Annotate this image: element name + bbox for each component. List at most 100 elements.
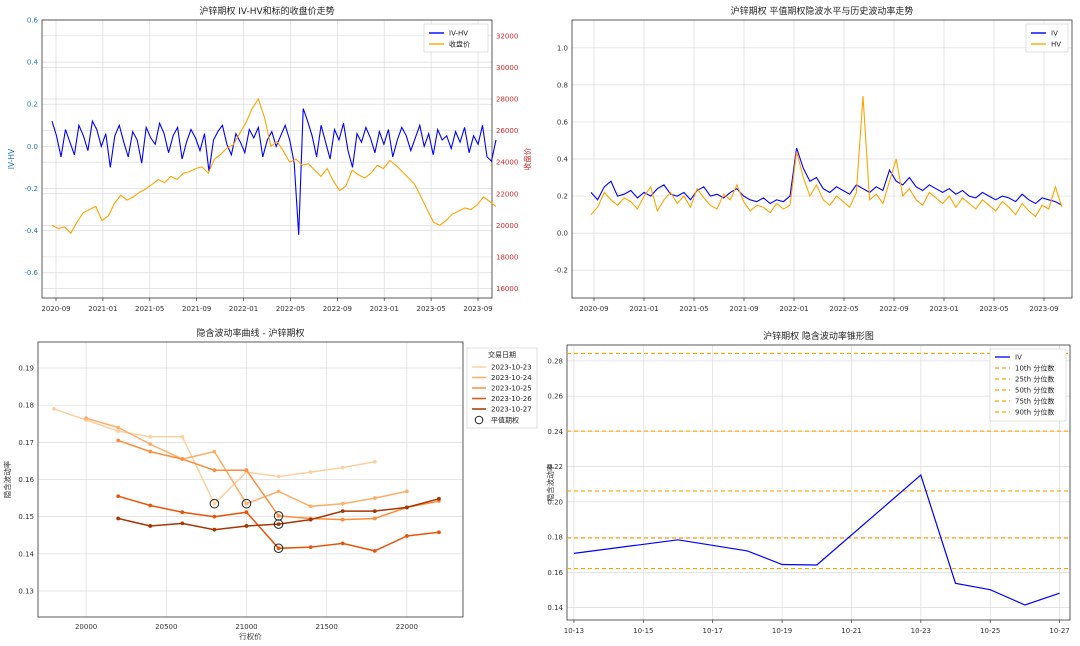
iv-hv-trend-chart: 沪锌期权 平值期权隐波水平与历史波动率走势 2020-09 2021-01 2021-… bbox=[554, 5, 1073, 313]
y-tick-label-right: 26000 bbox=[496, 127, 518, 135]
x-tick-label: 10-25 bbox=[980, 627, 1000, 635]
x-tick-label: 22000 bbox=[396, 623, 418, 631]
x-tick-label: 10-17 bbox=[703, 627, 723, 635]
smile-point bbox=[340, 541, 345, 546]
y-tick-label: 0.14 bbox=[18, 550, 34, 558]
x-tick-label: 2023-05 bbox=[416, 305, 445, 313]
y-tick-label-right: 16000 bbox=[496, 285, 518, 293]
x-tick-label: 2022-01 bbox=[229, 305, 258, 313]
smile-point bbox=[437, 496, 441, 501]
series-line bbox=[590, 95, 1063, 218]
legend-label: 25th 分位数 bbox=[1015, 375, 1054, 384]
smile-point bbox=[116, 425, 121, 430]
x-tick-label: 10-19 bbox=[772, 627, 792, 635]
smile-point bbox=[244, 524, 249, 528]
legend-label: IV-HV bbox=[449, 30, 468, 38]
smile-point bbox=[372, 496, 377, 500]
x-tick-label: 2022-05 bbox=[276, 305, 305, 313]
legend-label: 90th 分位数 bbox=[1015, 408, 1054, 417]
smile-point bbox=[372, 548, 377, 553]
x-axis-label: 行权价 bbox=[239, 631, 262, 641]
legend-label: IV bbox=[1051, 30, 1058, 38]
x-tick-label: 2021-05 bbox=[135, 305, 164, 313]
y-axis-label: 隐含波动率 bbox=[2, 460, 12, 498]
legend-label: 2023-10-26 bbox=[491, 395, 532, 403]
smile-point bbox=[116, 516, 121, 521]
smile-point bbox=[116, 494, 121, 499]
x-tick-label: 21000 bbox=[235, 623, 257, 631]
legend-label: 平值期权 bbox=[491, 416, 519, 425]
iv-hv-close-chart: 沪锌期权 IV-HV和标的收盘价走势 2020-09 2021-01 2021-05 2… bbox=[7, 5, 532, 313]
x-tick-label: 2021-05 bbox=[679, 305, 708, 313]
y-tick-label: 1.0 bbox=[557, 44, 568, 52]
legend-label: 2023-10-25 bbox=[491, 385, 532, 393]
y-tick-label-left: 0.0 bbox=[27, 143, 38, 151]
smile-point bbox=[180, 521, 185, 526]
x-tick-label: 2023-01 bbox=[370, 305, 399, 313]
x-tick-label: 2023-09 bbox=[463, 305, 492, 313]
smile-point bbox=[372, 459, 377, 464]
legend-label: 2023-10-23 bbox=[491, 364, 532, 372]
y-tick-label-right: 18000 bbox=[496, 253, 518, 261]
smile-point bbox=[276, 522, 281, 526]
smile-point bbox=[340, 517, 345, 522]
smile-point bbox=[308, 545, 313, 550]
legend-label: 10th 分位数 bbox=[1015, 364, 1054, 373]
iv-line bbox=[573, 474, 1060, 606]
y-tick-label: 0.18 bbox=[547, 534, 563, 542]
y-axis-label-right: 收盘价 bbox=[522, 147, 532, 170]
smile-point bbox=[180, 457, 185, 461]
legend-label: 75th 分位数 bbox=[1015, 397, 1054, 406]
y-tick-label-right: 22000 bbox=[496, 190, 518, 198]
legend-label: 2023-10-27 bbox=[491, 406, 532, 414]
y-tick-label: -0.2 bbox=[554, 267, 568, 275]
smile-point bbox=[308, 504, 313, 509]
y-tick-label-right: 30000 bbox=[496, 64, 518, 72]
smile-point bbox=[244, 468, 249, 473]
x-tick-label: 10-27 bbox=[1049, 627, 1069, 635]
y-tick-label: 0.17 bbox=[18, 439, 34, 447]
y-tick-label-left: -0.2 bbox=[24, 185, 38, 193]
y-tick-label-left: -0.4 bbox=[24, 227, 38, 235]
iv-smile-chart: 隐含波动率曲线 - 沪锌期权 20000 20500 21000 21500 22000 行… bbox=[2, 327, 538, 641]
y-tick-label: 0.19 bbox=[18, 365, 34, 373]
chart-title: 沪锌期权 平值期权隐波水平与历史波动率走势 bbox=[731, 5, 914, 17]
y-tick-label: 0.24 bbox=[547, 428, 563, 436]
smile-point bbox=[276, 474, 281, 479]
series-line-right bbox=[51, 97, 497, 235]
y-tick-label: 0.16 bbox=[547, 569, 563, 577]
smile-point bbox=[116, 429, 121, 434]
y-tick-label: 0.28 bbox=[547, 357, 563, 365]
y-tick-label: 0.26 bbox=[547, 393, 563, 401]
smile-point bbox=[148, 442, 153, 447]
legend-label: IV bbox=[1015, 354, 1022, 362]
y-tick-label: 0.4 bbox=[557, 156, 569, 164]
y-tick-label: 0.16 bbox=[18, 476, 34, 484]
series-line bbox=[590, 147, 1063, 206]
x-tick-label: 2021-09 bbox=[182, 305, 211, 313]
y-tick-label-right: 32000 bbox=[496, 32, 518, 40]
y-tick-label-left: 0.6 bbox=[27, 17, 39, 25]
legend-label: 2023-10-24 bbox=[491, 374, 532, 382]
legend-label: HV bbox=[1051, 41, 1061, 49]
y-tick-label-left: -0.6 bbox=[24, 269, 38, 277]
smile-point bbox=[340, 465, 345, 470]
smile-point bbox=[212, 468, 217, 473]
smile-point bbox=[212, 514, 217, 519]
x-tick-label: 2020-09 bbox=[579, 305, 608, 313]
smile-point bbox=[148, 524, 153, 528]
x-tick-label: 20500 bbox=[155, 623, 177, 631]
smile-point bbox=[212, 501, 217, 506]
smile-point bbox=[340, 509, 345, 513]
x-tick-label: 10-23 bbox=[911, 627, 931, 635]
smile-point bbox=[244, 501, 249, 506]
x-tick-label: 2022-09 bbox=[323, 305, 352, 313]
x-tick-label: 2022-05 bbox=[829, 305, 858, 313]
x-tick-label: 2020-09 bbox=[41, 305, 70, 313]
x-tick-label: 20000 bbox=[75, 623, 97, 631]
legend-label: 50th 分位数 bbox=[1015, 386, 1054, 395]
smile-point bbox=[276, 546, 281, 551]
smile-point bbox=[84, 416, 89, 421]
iv-cone-chart: 沪锌期权 隐含波动率锥形图 10-13 10-15 10-17 10-19 10-21 10… bbox=[545, 330, 1071, 635]
x-tick-label: 2021-01 bbox=[88, 305, 117, 313]
